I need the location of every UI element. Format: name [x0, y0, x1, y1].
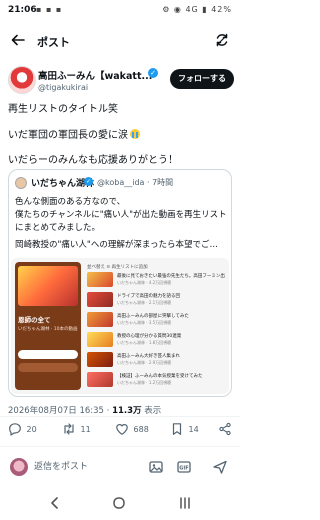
image-icon[interactable]: [148, 459, 164, 475]
video-title: ドライブで高田の魅力を語る回: [117, 294, 180, 299]
reply-composer: 返信をポスト GIF: [0, 450, 240, 484]
view-count: 11.3万: [112, 406, 142, 416]
share-icon: [219, 422, 231, 436]
bookmark-count: 14: [188, 424, 199, 434]
repost-count: 11: [80, 424, 91, 434]
playlist-owner: いだちゃん湖林 · 10本の動画: [18, 327, 78, 332]
quote-text-line: 色んな側面のある方なので、: [15, 197, 126, 207]
back-nav-icon[interactable]: [48, 496, 62, 514]
tweet-line: 再生リストのタイトル笑: [8, 104, 118, 115]
recents-nav-icon[interactable]: [178, 496, 192, 514]
video-thumbnail: [87, 292, 113, 307]
video-row: ドライブで高田の魅力を語る回 いだちゃん湖林 · 2.1万回視聴: [87, 292, 225, 309]
post-author: 高田ふーみん【wakatt... ✓ @tigakukirai フォローする: [8, 66, 234, 96]
back-arrow-icon[interactable]: [10, 32, 26, 52]
playlist-card: 恩師の全て いだちゃん湖林 · 10本の動画: [15, 262, 81, 390]
repost-icon: [64, 423, 74, 435]
video-thumbnail: [87, 332, 113, 347]
video-list-header: 並べ替え ≡ 再生リストに追加: [87, 265, 148, 270]
video-title: 最後に見ておきたい最強の先生たち。高田フーミン出演動画まとめ: [117, 274, 225, 279]
author-handle[interactable]: @tigakukirai: [38, 83, 88, 92]
verified-badge-icon: ✓: [84, 177, 93, 186]
playlist-thumbnail: [18, 266, 78, 306]
video-meta: いだちゃん湖林 · 2.1万回視聴: [117, 300, 172, 305]
video-meta: いだちゃん湖林 · 1.8万回視聴: [117, 340, 172, 345]
video-title: 【検証】ふーみんの本気授業を受けてみた: [117, 374, 203, 379]
video-title: 高田ふーみんの部屋に突撃してみた: [117, 314, 189, 319]
video-meta: いだちゃん湖林 · 4.2万回視聴: [117, 280, 172, 285]
top-bar: ポスト: [0, 26, 240, 58]
tweet-line: いだ軍団の軍団長の愛に涙: [8, 126, 140, 141]
video-meta: いだちゃん湖林 · 3.5万回視聴: [117, 320, 172, 325]
video-row: 最後に見ておきたい最強の先生たち。高田フーミン出演動画まとめ いだちゃん湖林 ·…: [87, 272, 225, 289]
svg-text:GIF: GIF: [179, 466, 188, 472]
quote-text-line: 岡崎教授の"痛い人"への理解が深まったら本望でご…: [15, 240, 218, 250]
reply-button[interactable]: 20: [8, 422, 37, 436]
quote-author-avatar: [15, 177, 27, 189]
video-row: 高田ふーみんの部屋に突撃してみた いだちゃん湖林 · 3.5万回視聴: [87, 312, 225, 329]
shuffle-button: [18, 363, 78, 372]
quote-media-image[interactable]: 恩師の全て いだちゃん湖林 · 10本の動画 並べ替え ≡ 再生リストに追加 最…: [11, 258, 229, 394]
post-datetime: 2026年08月07日 16:35 ·: [8, 406, 113, 416]
verified-badge-icon: ✓: [148, 68, 158, 78]
tweet-line: いだらーのみんなも応援ありがとう！: [8, 155, 178, 166]
quote-time: · 7時間: [146, 178, 174, 187]
post-timestamp: 2026年08月07日 16:35 · 11.3万 表示: [8, 404, 161, 416]
tweet-line-text: いだ軍団の軍団長の愛に涙: [8, 130, 128, 141]
system-icons: ⚙ ◉ 4G ▮ 42%: [162, 5, 232, 14]
send-icon[interactable]: [212, 459, 228, 475]
heart-icon: [116, 424, 128, 435]
reply-input[interactable]: 返信をポスト: [34, 457, 144, 477]
quoted-post[interactable]: いだちゃん湖林 ✓ @koba__ida · 7時間 色んな側面のある方なので、…: [8, 169, 232, 397]
author-name[interactable]: 高田ふーみん【wakatt...: [38, 68, 163, 82]
share-button[interactable]: [218, 422, 232, 436]
video-title: 高田ふーみん大好き芸人集まれ: [117, 354, 180, 359]
video-meta: いだちゃん湖林 · 2.9万回視聴: [117, 360, 172, 365]
status-bar: 21:06 ▪ ▪ ▪ ⚙ ◉ 4G ▮ 42%: [0, 0, 240, 22]
bookmark-button[interactable]: 14: [170, 422, 199, 436]
video-title: 教授の心理が分かる質問30連発: [117, 334, 182, 339]
clock: 21:06: [8, 5, 37, 15]
video-thumbnail: [87, 352, 113, 367]
quote-text-line: 僕たちのチャンネルに"痛い人"が出た動画を再生リスト: [15, 210, 227, 220]
divider: [0, 416, 240, 417]
like-count: 688: [133, 424, 149, 434]
crying-face-icon: [130, 129, 140, 139]
user-avatar: [10, 458, 28, 476]
system-nav-bar: [0, 490, 240, 520]
quote-text-line: にまとめてみました。: [15, 223, 101, 233]
play-all-button: [18, 350, 78, 359]
reply-icon: [9, 423, 21, 436]
home-nav-icon[interactable]: [112, 496, 126, 514]
quote-handle-text: @koba__ida: [97, 178, 145, 187]
video-row: 教授の心理が分かる質問30連発 いだちゃん湖林 · 1.8万回視聴: [87, 332, 225, 349]
playlist-title: 恩師の全て: [18, 316, 51, 324]
repost-button[interactable]: 11: [62, 422, 91, 436]
gif-icon[interactable]: GIF: [176, 459, 192, 475]
video-thumbnail: [87, 372, 113, 387]
video-row: 【検証】ふーみんの本気授業を受けてみた いだちゃん湖林 · 1.2万回視聴: [87, 372, 225, 389]
quote-author-handle: @koba__ida · 7時間: [97, 177, 173, 188]
author-avatar[interactable]: [8, 66, 36, 94]
video-row: 高田ふーみん大好き芸人集まれ いだちゃん湖林 · 2.9万回視聴: [87, 352, 225, 369]
refresh-icon[interactable]: [214, 32, 230, 48]
page-title: ポスト: [37, 36, 70, 49]
reply-count: 20: [26, 424, 37, 434]
video-thumbnail: [87, 272, 113, 287]
notification-icons: ▪ ▪ ▪: [36, 5, 63, 14]
view-count-label: 表示: [141, 406, 162, 416]
action-bar: 20 11 688 14: [0, 418, 240, 444]
divider: [0, 446, 240, 447]
follow-button[interactable]: フォローする: [170, 69, 234, 89]
bookmark-icon: [172, 423, 182, 435]
video-meta: いだちゃん湖林 · 1.2万回視聴: [117, 380, 172, 385]
like-button[interactable]: 688: [115, 422, 149, 436]
video-thumbnail: [87, 312, 113, 327]
